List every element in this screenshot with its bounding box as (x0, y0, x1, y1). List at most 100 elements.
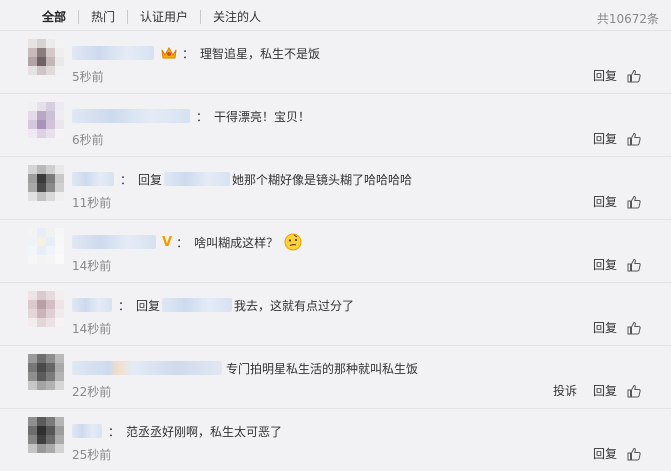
comment-actions: 回复 (577, 256, 641, 273)
report-button[interactable]: 投诉 (553, 382, 577, 399)
avatar-pixel (37, 102, 46, 111)
avatar-pixel (28, 57, 37, 66)
avatar-pixel (37, 57, 46, 66)
tab-all[interactable]: 全部 (0, 10, 78, 24)
avatar-pixel (28, 354, 37, 363)
comment-text: 范丞丞好刚啊，私生太可恶了 (126, 424, 283, 439)
avatar-pixel (37, 426, 46, 435)
avatar[interactable] (28, 39, 64, 75)
reply-button[interactable]: 回复 (593, 445, 617, 462)
tab-following[interactable]: 关注的人 (200, 10, 273, 24)
avatar-pixel (28, 381, 37, 390)
comment-item: ： 回复 我去，这就有点过分了 14秒前 回复 (0, 282, 671, 345)
verified-v-icon: V (162, 234, 173, 250)
avatar-pixel (37, 165, 46, 174)
avatar-pixel (28, 111, 37, 120)
comment-time: 14秒前 (72, 322, 112, 336)
avatar[interactable] (28, 354, 64, 390)
comment-actions: 回复 (577, 445, 641, 462)
comment-text: 我去，这就有点过分了 (234, 298, 355, 313)
avatar[interactable] (28, 165, 64, 201)
reply-button[interactable]: 回复 (593, 67, 617, 84)
colon: ： (108, 424, 121, 439)
avatar-pixel (37, 192, 46, 201)
colon: ： (196, 109, 209, 124)
comment-time: 25秒前 (72, 448, 112, 462)
comment-count: 共10672条 (596, 12, 659, 26)
avatar-pixel (55, 291, 64, 300)
avatar-pixel (28, 426, 37, 435)
comment-time: 5秒前 (72, 70, 104, 84)
avatar-pixel (46, 39, 55, 48)
avatar-pixel (55, 129, 64, 138)
thumbs-up-icon[interactable] (627, 132, 641, 146)
comment-item: ： 理智追星，私生不是饭 5秒前 回复 (0, 30, 671, 93)
avatar[interactable] (28, 228, 64, 264)
username-blurred[interactable] (72, 172, 114, 186)
avatar-pixel (55, 192, 64, 201)
username-blurred[interactable] (72, 109, 190, 123)
comment-item: ： 干得漂亮！宝贝！ 6秒前 回复 (0, 93, 671, 156)
avatar-pixel (37, 228, 46, 237)
username-blurred[interactable] (72, 235, 156, 249)
avatar-pixel (28, 291, 37, 300)
reply-button[interactable]: 回复 (593, 193, 617, 210)
tab-hot[interactable]: 热门 (78, 10, 127, 24)
thumbs-up-icon[interactable] (627, 258, 641, 272)
username-blurred[interactable] (72, 424, 102, 438)
avatar-pixel (28, 228, 37, 237)
avatar[interactable] (28, 291, 64, 327)
reply-target-blurred[interactable] (164, 172, 231, 186)
avatar-pixel (37, 381, 46, 390)
avatar-pixel (37, 435, 46, 444)
avatar-pixel (37, 255, 46, 264)
thumbs-up-icon[interactable] (627, 69, 641, 83)
avatar-pixel (37, 120, 46, 129)
comment-text: 专门拍明星私生活的那种就叫私生饭 (226, 361, 419, 376)
thumbs-up-icon[interactable] (627, 447, 641, 461)
avatar-pixel (28, 120, 37, 129)
avatar-pixel (55, 102, 64, 111)
comment-filter-tabs: 全部 热门 认证用户 关注的人 共10672条 (0, 0, 671, 34)
avatar-pixel (46, 174, 55, 183)
thumbs-up-icon[interactable] (627, 195, 641, 209)
avatar-pixel (28, 102, 37, 111)
avatar-pixel (46, 255, 55, 264)
reply-button[interactable]: 回复 (593, 256, 617, 273)
avatar-pixel (55, 372, 64, 381)
avatar-pixel (46, 246, 55, 255)
tab-verified-users[interactable]: 认证用户 (127, 10, 200, 24)
reply-button[interactable]: 回复 (593, 130, 617, 147)
avatar-pixel (37, 318, 46, 327)
reply-button[interactable]: 回复 (593, 382, 617, 399)
comment-line: ： 理智追星，私生不是饭 (72, 44, 320, 62)
comment-text: 啥叫糊成这样？ (194, 235, 279, 250)
avatar[interactable] (28, 102, 64, 138)
thumbs-up-icon[interactable] (627, 384, 641, 398)
colon: ： (118, 298, 131, 313)
username-blurred[interactable] (72, 46, 154, 60)
avatar-pixel (55, 255, 64, 264)
username-blurred[interactable] (72, 298, 112, 312)
avatar-pixel (46, 417, 55, 426)
avatar-pixel (28, 372, 37, 381)
avatar-pixel (46, 66, 55, 75)
avatar-pixel (37, 444, 46, 453)
avatar-pixel (37, 246, 46, 255)
comment-item: V ： 啥叫糊成这样？ 14秒前 回复 (0, 219, 671, 282)
reply-target-blurred[interactable] (162, 298, 233, 312)
username-blurred[interactable] (72, 361, 222, 375)
reply-button[interactable]: 回复 (593, 319, 617, 336)
avatar-pixel (28, 363, 37, 372)
comment-time: 22秒前 (72, 385, 112, 399)
avatar-pixel (55, 426, 64, 435)
thumbs-up-icon[interactable] (627, 321, 641, 335)
avatar-pixel (55, 66, 64, 75)
comment-actions: 回复 (577, 67, 641, 84)
comment-actions: 回复 (577, 319, 641, 336)
avatar-pixel (55, 39, 64, 48)
avatar-pixel (55, 48, 64, 57)
avatar-pixel (46, 444, 55, 453)
avatar-pixel (37, 417, 46, 426)
avatar[interactable] (28, 417, 64, 453)
